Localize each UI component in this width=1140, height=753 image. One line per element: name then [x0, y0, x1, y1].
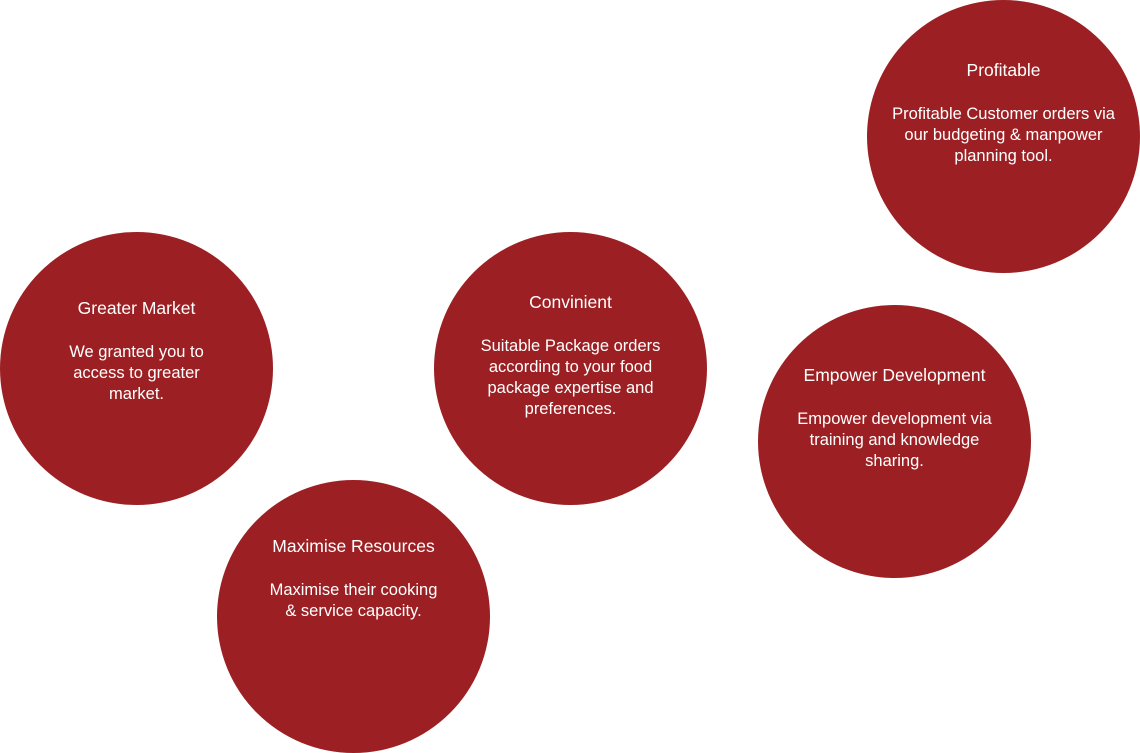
benefit-circle-greater-market: Greater Market We granted you to access … — [0, 232, 273, 505]
benefit-circle-content: Empower Development Empower development … — [782, 364, 1007, 472]
benefit-circle-maximise-resources: Maximise Resources Maximise their cookin… — [217, 480, 490, 753]
benefit-title: Profitable — [966, 60, 1041, 80]
benefit-circle-content: Maximise Resources Maximise their cookin… — [269, 535, 438, 622]
benefit-circle-convinient: Convinient Suitable Package orders accor… — [434, 232, 707, 505]
benefit-circle-content: Profitable Profitable Customer orders vi… — [889, 59, 1118, 167]
benefit-circle-profitable: Profitable Profitable Customer orders vi… — [867, 0, 1140, 273]
benefit-title: Empower Development — [803, 365, 986, 385]
benefit-circle-content: Convinient Suitable Package orders accor… — [464, 291, 677, 420]
benefit-title: Greater Market — [77, 298, 196, 318]
benefit-circle-content: Greater Market We granted you to access … — [48, 297, 225, 405]
benefit-title: Convinient — [529, 292, 612, 312]
benefit-description: Empower development via training and kno… — [797, 410, 992, 470]
benefit-description: Suitable Package orders according to you… — [480, 337, 661, 418]
benefit-description: Maximise their cooking & service capacit… — [269, 581, 438, 620]
benefit-description: We granted you to access to greater mark… — [69, 343, 204, 403]
benefit-title: Maximise Resources — [272, 536, 435, 556]
benefit-description: Profitable Customer orders via our budge… — [892, 105, 1115, 165]
benefit-circle-empower-development: Empower Development Empower development … — [758, 305, 1031, 578]
